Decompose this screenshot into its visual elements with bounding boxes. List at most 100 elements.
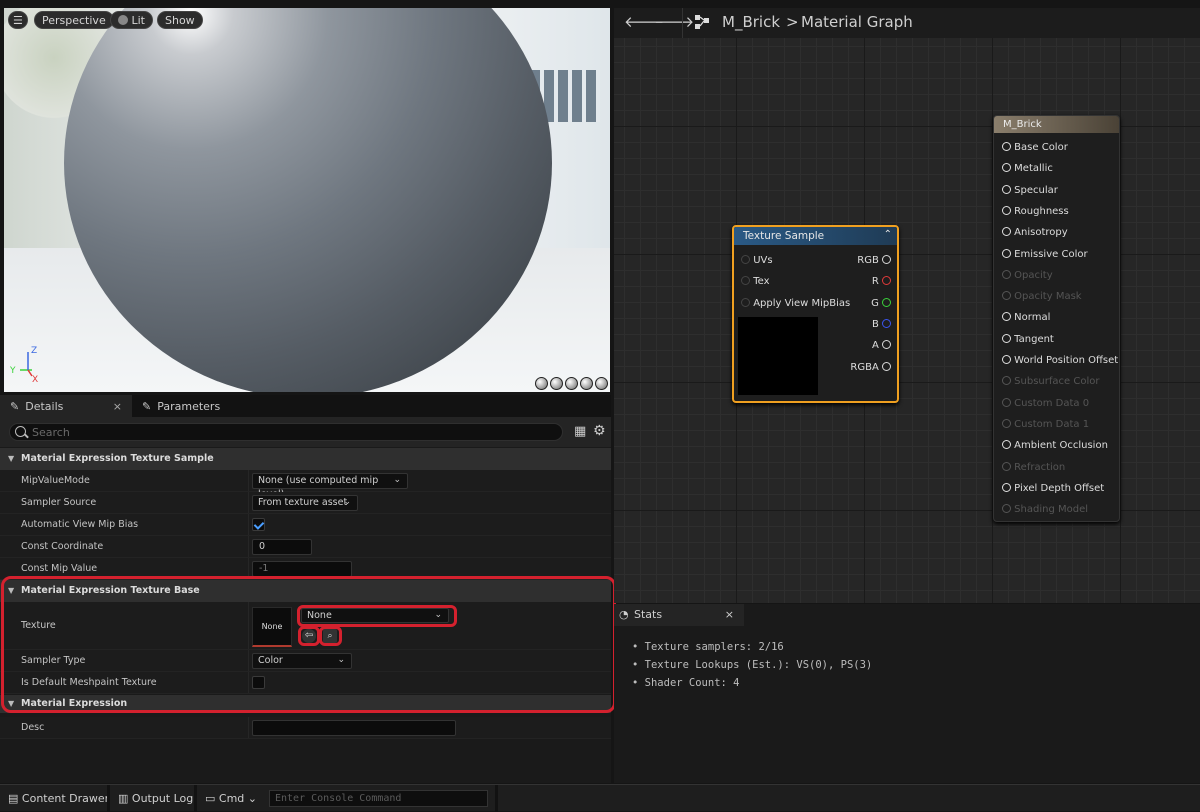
chevron-down-icon: ⌄ bbox=[393, 475, 401, 485]
node-header[interactable]: Texture Sample ⌃ bbox=[734, 227, 897, 245]
content-drawer-button[interactable]: ▤ Content Drawer bbox=[8, 785, 109, 812]
material-input-pin: Shading Model bbox=[1002, 503, 1088, 517]
collapse-icon[interactable]: ⌃ bbox=[884, 226, 892, 244]
input-pin-tex[interactable]: Tex bbox=[741, 275, 770, 289]
axis-y-label: Y bbox=[10, 366, 16, 376]
stats-line: • Texture Lookups (Est.): VS(0), PS(3) bbox=[632, 659, 873, 671]
material-input-pin[interactable]: Base Color bbox=[1002, 141, 1068, 155]
viewport[interactable]: ☰ Perspective Lit Show Z Y X bbox=[4, 8, 610, 392]
property-label: Automatic View Mip Bias bbox=[21, 519, 139, 530]
log-icon: ▥ bbox=[118, 792, 129, 805]
lit-button[interactable]: Lit bbox=[110, 11, 153, 29]
tab-parameters[interactable]: ✎ Parameters bbox=[132, 395, 230, 417]
breadcrumb-asset[interactable]: M_Brick bbox=[722, 13, 780, 31]
pin-label: Specular bbox=[1011, 184, 1058, 196]
search-icon bbox=[15, 426, 26, 437]
cube-preview-icon[interactable] bbox=[580, 377, 593, 390]
gear-icon[interactable]: ⚙ bbox=[593, 423, 606, 439]
output-pin-rgb[interactable]: RGB bbox=[857, 254, 891, 268]
viewport-menu-button[interactable]: ☰ bbox=[8, 11, 28, 29]
material-input-pin[interactable]: Anisotropy bbox=[1002, 226, 1068, 240]
output-pin-a[interactable]: A bbox=[872, 339, 891, 353]
pencil-icon: ✎ bbox=[142, 399, 152, 413]
search-input[interactable]: Search bbox=[9, 423, 563, 441]
property-row: MipValueMode None (use computed mip leve… bbox=[0, 470, 611, 500]
pin-label: Tangent bbox=[1011, 333, 1054, 345]
console-input[interactable]: Enter Console Command bbox=[269, 790, 488, 807]
section-title: Material Expression Texture Sample bbox=[21, 453, 214, 464]
material-input-pin[interactable]: Specular bbox=[1002, 184, 1058, 198]
pin-label: RGBA bbox=[850, 362, 879, 373]
material-input-pin[interactable]: Metallic bbox=[1002, 162, 1053, 176]
plane-preview-icon[interactable] bbox=[565, 377, 578, 390]
input-pin-mipbias[interactable]: Apply View MipBias bbox=[741, 297, 850, 311]
pin-label: A bbox=[871, 340, 879, 351]
auto-view-mip-bias-checkbox[interactable] bbox=[252, 518, 265, 531]
mip-value-mode-dropdown[interactable]: None (use computed mip level)⌄ bbox=[252, 473, 408, 500]
material-graph[interactable]: 🡐 🡒 M_Brick > Material Graph Texture Sam… bbox=[614, 8, 1200, 603]
table-view-icon[interactable]: ▦ bbox=[574, 424, 586, 439]
property-label: Sampler Source bbox=[21, 497, 97, 508]
cmd-dropdown[interactable]: ▭ Cmd ⌄ bbox=[205, 785, 257, 812]
pin-label: B bbox=[871, 319, 879, 330]
input-pin-uvs[interactable]: UVs bbox=[741, 254, 773, 268]
pin-label: Pixel Depth Offset bbox=[1011, 482, 1105, 494]
tab-details[interactable]: ✎ Details × bbox=[0, 395, 132, 417]
axis-gizmo: Z Y X bbox=[10, 346, 38, 382]
highlight-use-selected bbox=[298, 626, 320, 646]
section-texture-sample[interactable]: ▼ Material Expression Texture Sample bbox=[0, 448, 611, 470]
texture-sample-node[interactable]: Texture Sample ⌃ UVs Tex Apply View MipB… bbox=[732, 225, 899, 403]
sampler-source-dropdown[interactable]: From texture asset ⌄ bbox=[252, 495, 358, 511]
material-input-pin[interactable]: Normal bbox=[1002, 311, 1050, 325]
details-panel: ✎ Details × ✎ Parameters Search ▦ ⚙ ▼ Ma… bbox=[0, 395, 616, 783]
collapse-icon: ▼ bbox=[8, 454, 15, 463]
pin-label: G bbox=[871, 298, 879, 309]
output-log-button[interactable]: ▥ Output Log bbox=[118, 785, 193, 812]
teapot-preview-icon[interactable] bbox=[595, 377, 608, 390]
pin-label: Opacity Mask bbox=[1011, 291, 1082, 303]
material-result-node[interactable]: M_Brick Base Color Metallic Specular Rou… bbox=[993, 115, 1120, 522]
material-input-pin[interactable]: Roughness bbox=[1002, 205, 1069, 219]
close-icon[interactable]: × bbox=[113, 400, 122, 413]
sphere-preview-icon[interactable] bbox=[550, 377, 563, 390]
axis-x-label: X bbox=[32, 375, 38, 382]
const-mip-value-field[interactable]: -1 bbox=[252, 561, 352, 577]
tab-stats[interactable]: ◔ Stats × bbox=[614, 604, 744, 626]
perspective-button[interactable]: Perspective bbox=[34, 11, 114, 29]
material-input-pin[interactable]: Tangent bbox=[1002, 333, 1054, 347]
breadcrumb-page: Material Graph bbox=[801, 13, 913, 31]
preview-mesh-buttons[interactable] bbox=[535, 377, 608, 390]
desc-field[interactable] bbox=[252, 720, 456, 736]
output-pin-g[interactable]: G bbox=[871, 297, 891, 311]
const-coordinate-field[interactable]: 0 bbox=[252, 539, 312, 555]
pin-label: Apply View MipBias bbox=[753, 298, 851, 309]
pin-label: UVs bbox=[753, 255, 773, 266]
tab-parameters-label: Parameters bbox=[157, 399, 221, 413]
output-pin-rgba[interactable]: RGBA bbox=[850, 361, 891, 375]
content-drawer-label: Content Drawer bbox=[21, 792, 110, 805]
material-input-pin[interactable]: Pixel Depth Offset bbox=[1002, 482, 1104, 496]
output-pin-b[interactable]: B bbox=[872, 318, 891, 332]
forward-arrow-icon[interactable]: 🡒 bbox=[654, 12, 694, 31]
status-bar: ▤ Content Drawer ▥ Output Log ▭ Cmd ⌄ En… bbox=[0, 784, 1200, 812]
pin-label: Metallic bbox=[1011, 163, 1053, 175]
cylinder-preview-icon[interactable] bbox=[535, 377, 548, 390]
material-input-pin[interactable]: Ambient Occlusion bbox=[1002, 439, 1108, 453]
material-input-pin: Custom Data 0 bbox=[1002, 397, 1089, 411]
stats-panel: ◔ Stats × • Texture samplers: 2/16 • Tex… bbox=[614, 604, 1200, 783]
close-icon[interactable]: × bbox=[725, 604, 734, 626]
show-button[interactable]: Show bbox=[157, 11, 203, 29]
material-input-pin[interactable]: World Position Offset bbox=[1002, 354, 1118, 368]
lit-sphere-icon bbox=[118, 15, 128, 25]
output-log-label: Output Log bbox=[131, 792, 194, 805]
highlight-texture-dropdown bbox=[297, 605, 457, 627]
tab-details-label: Details bbox=[25, 399, 64, 413]
node-header[interactable]: M_Brick bbox=[994, 116, 1119, 133]
material-input-pin[interactable]: Emissive Color bbox=[1002, 248, 1088, 262]
dropdown-value: From texture asset bbox=[258, 497, 348, 508]
chevron-down-icon: ⌄ bbox=[247, 792, 258, 805]
node-title: M_Brick bbox=[1003, 119, 1042, 130]
graph-toolbar: 🡐 🡒 M_Brick > Material Graph bbox=[614, 8, 1200, 38]
pin-label: Ambient Occlusion bbox=[1011, 440, 1108, 452]
output-pin-r[interactable]: R bbox=[872, 275, 891, 289]
